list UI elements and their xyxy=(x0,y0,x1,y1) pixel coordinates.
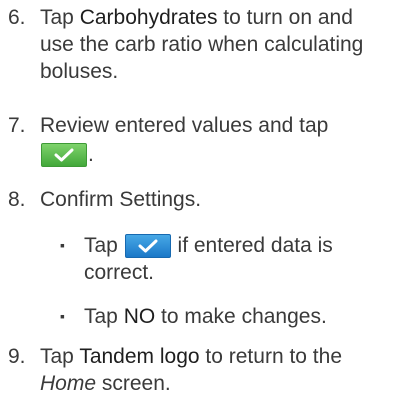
sub-item-text: Tap if entered data is correct. xyxy=(84,232,404,286)
step-number: 8. xyxy=(8,188,26,211)
step-line: use the carb ratio when calculating xyxy=(40,33,364,56)
text-fragment: . xyxy=(88,143,94,166)
step-7: 7. Review entered values and tap . xyxy=(0,112,407,172)
sub-item-confirm: ▪ Tap if entered data is correct. xyxy=(60,232,405,292)
sub-item-line: Tap NO to make changes. xyxy=(84,303,404,330)
sub-item-no: ▪ Tap NO to make changes. xyxy=(60,303,405,333)
bullet-icon: ▪ xyxy=(60,237,65,253)
text-fragment: if entered data is xyxy=(171,234,333,257)
checkmark-icon xyxy=(124,234,171,259)
bullet-icon: ▪ xyxy=(60,308,65,324)
sub-item-line: correct. xyxy=(84,261,155,284)
text-fragment: to make changes. xyxy=(155,305,327,328)
step-9: 9. Tap Tandem logo to return to the Home… xyxy=(0,343,407,399)
text-fragment: Tap xyxy=(40,6,80,29)
step-line: . xyxy=(40,141,405,168)
step-line: Tap Carbohydrates to turn on and xyxy=(40,4,405,31)
text-fragment: Tap xyxy=(84,234,124,257)
step-text: Confirm Settings. xyxy=(40,186,405,213)
text-fragment: screen. xyxy=(96,372,171,395)
sub-item-text: Tap NO to make changes. xyxy=(84,303,404,330)
step-text: Tap Tandem logo to return to the Home sc… xyxy=(40,343,405,397)
instruction-page: 6. Tap Carbohydrates to turn on and use … xyxy=(0,0,407,399)
step-line: Confirm Settings. xyxy=(40,188,202,211)
step-6: 6. Tap Carbohydrates to turn on and use … xyxy=(0,4,407,94)
step-8: 8. Confirm Settings. xyxy=(0,186,407,216)
step-line: Home screen. xyxy=(40,370,405,397)
step-line: boluses. xyxy=(40,60,119,83)
no-term: NO xyxy=(123,305,156,328)
checkmark-icon xyxy=(41,143,87,168)
step-line: Review entered values and tap xyxy=(40,114,329,137)
step-number: 7. xyxy=(8,114,26,137)
sub-item-line: Tap if entered data is xyxy=(84,232,404,259)
step-number: 6. xyxy=(8,6,26,29)
step-line: Tap Tandem logo to return to the xyxy=(40,343,405,370)
step-number: 9. xyxy=(8,345,26,368)
text-fragment: to return to the xyxy=(199,345,342,368)
home-term: Home xyxy=(40,372,97,395)
step-text: Review entered values and tap . xyxy=(40,112,405,168)
tandem-logo-term: Tandem logo xyxy=(79,345,200,368)
text-fragment: Tap xyxy=(84,305,124,328)
text-fragment: Tap xyxy=(40,345,80,368)
carbohydrates-term: Carbohydrates xyxy=(79,6,218,29)
step-text: Tap Carbohydrates to turn on and use the… xyxy=(40,4,405,85)
text-fragment: to turn on and xyxy=(217,6,353,29)
